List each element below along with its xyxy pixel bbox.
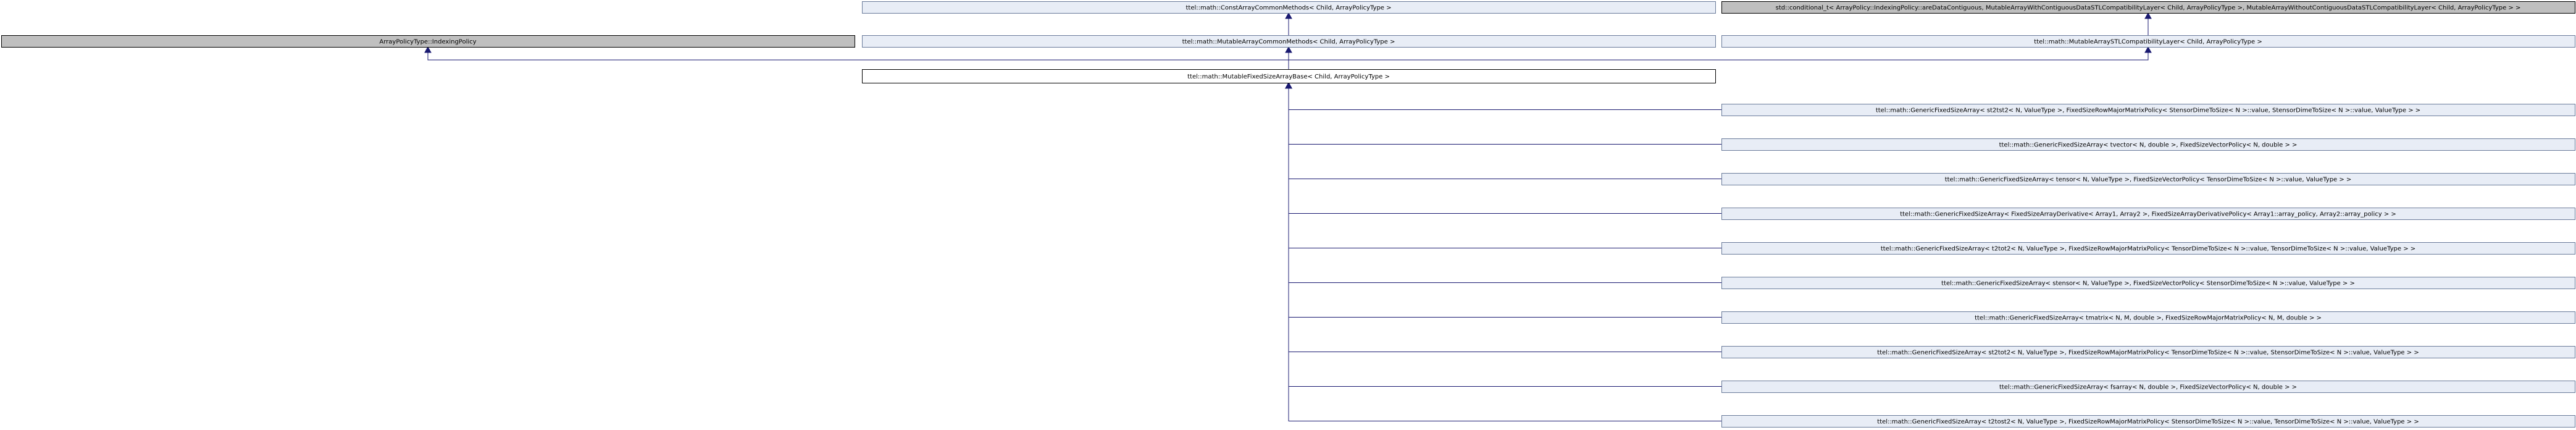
class-node-indexing-policy[interactable]: ArrayPolicyType::IndexingPolicy	[1, 35, 855, 48]
class-node-d7[interactable]: ttel::math::GenericFixedSizeArray< st2to…	[1721, 346, 2575, 358]
edge-d0-to-mutable_fixed_base	[1285, 82, 1721, 110]
class-node-mutable-fixed-base[interactable]: ttel::math::MutableFixedSizeArrayBase< C…	[862, 69, 1716, 83]
edge-d1-to-mutable_fixed_base	[1285, 82, 1721, 145]
class-node-mutable-common[interactable]: ttel::math::MutableArrayCommonMethods< C…	[862, 35, 1716, 48]
class-name-label: ttel::math::MutableArraySTLCompatibility…	[2034, 39, 2262, 46]
class-name-label: ttel::math::ConstArrayCommonMethods< Chi…	[1186, 5, 1392, 12]
edge-d7-to-mutable_fixed_base	[1285, 82, 1721, 352]
class-name-label: ttel::math::GenericFixedSizeArray< t2tos…	[1877, 419, 2419, 426]
class-name-label: ttel::math::GenericFixedSizeArray< st2ts…	[1876, 108, 2420, 114]
class-node-d6[interactable]: ttel::math::GenericFixedSizeArray< tmatr…	[1721, 311, 2575, 324]
class-node-std-conditional[interactable]: std::conditional_t< ArrayPolicy::Indexin…	[1721, 1, 2575, 14]
class-name-label: ttel::math::MutableFixedSizeArrayBase< C…	[1187, 74, 1390, 80]
class-name-label: std::conditional_t< ArrayPolicy::Indexin…	[1776, 5, 2521, 12]
edge-d5-to-mutable_fixed_base	[1285, 82, 1721, 283]
class-node-d3[interactable]: ttel::math::GenericFixedSizeArray< Fixed…	[1721, 208, 2575, 220]
edge-d9-to-mutable_fixed_base	[1285, 82, 1721, 421]
class-name-label: ttel::math::GenericFixedSizeArray< tvect…	[1999, 142, 2298, 149]
class-node-d5[interactable]: ttel::math::GenericFixedSizeArray< stens…	[1721, 277, 2575, 289]
inheritance-graph: ttel::math::ConstArrayCommonMethods< Chi…	[1, 1, 2575, 428]
edge-mutable_fixed_base-to-mutable_stl	[1288, 46, 2152, 69]
class-name-label: ttel::math::GenericFixedSizeArray< t2tot…	[1881, 246, 2415, 253]
edge-mutable_fixed_base-to-indexing_policy	[424, 46, 1289, 69]
edge-d3-to-mutable_fixed_base	[1285, 82, 1721, 214]
class-name-label: ttel::math::GenericFixedSizeArray< stens…	[1941, 280, 2355, 287]
class-node-d9[interactable]: ttel::math::GenericFixedSizeArray< t2tos…	[1721, 415, 2575, 428]
class-node-d4[interactable]: ttel::math::GenericFixedSizeArray< t2tot…	[1721, 242, 2575, 255]
class-name-label: ttel::math::GenericFixedSizeArray< st2to…	[1877, 350, 2419, 356]
class-name-label: ArrayPolicyType::IndexingPolicy	[379, 39, 476, 46]
class-name-label: ttel::math::GenericFixedSizeArray< tenso…	[1945, 177, 2352, 183]
class-node-mutable-stl[interactable]: ttel::math::MutableArraySTLCompatibility…	[1721, 35, 2575, 48]
edge-d2-to-mutable_fixed_base	[1285, 82, 1721, 179]
class-node-const-common[interactable]: ttel::math::ConstArrayCommonMethods< Chi…	[862, 1, 1716, 14]
edge-mutable_common-to-const_common	[1285, 12, 1292, 35]
class-node-d1[interactable]: ttel::math::GenericFixedSizeArray< tvect…	[1721, 138, 2575, 151]
class-node-d0[interactable]: ttel::math::GenericFixedSizeArray< st2ts…	[1721, 104, 2575, 116]
class-name-label: ttel::math::GenericFixedSizeArray< fsarr…	[1999, 384, 2297, 391]
edge-d8-to-mutable_fixed_base	[1285, 82, 1721, 387]
class-name-label: ttel::math::MutableArrayCommonMethods< C…	[1182, 39, 1395, 46]
class-name-label: ttel::math::GenericFixedSizeArray< Fixed…	[1900, 211, 2396, 218]
edge-d6-to-mutable_fixed_base	[1285, 82, 1721, 318]
edge-d4-to-mutable_fixed_base	[1285, 82, 1721, 248]
class-node-d2[interactable]: ttel::math::GenericFixedSizeArray< tenso…	[1721, 173, 2575, 185]
edge-mutable_stl-to-std_conditional	[2144, 12, 2152, 35]
class-name-label: ttel::math::GenericFixedSizeArray< tmatr…	[1975, 315, 2322, 322]
class-node-d8[interactable]: ttel::math::GenericFixedSizeArray< fsarr…	[1721, 381, 2575, 393]
